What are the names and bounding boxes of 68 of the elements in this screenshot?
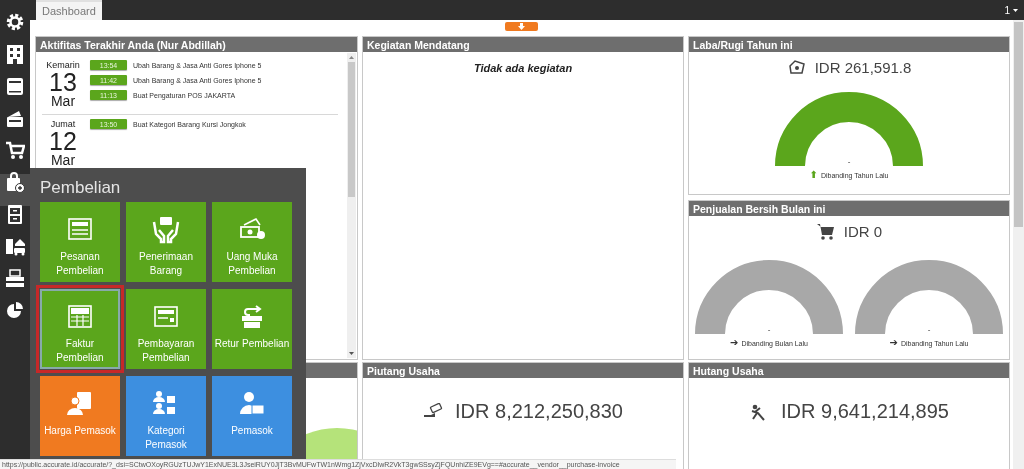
tile-label: Faktur Pembelian [56, 337, 104, 365]
tile-label: Kategori Pemasok [145, 424, 187, 452]
caret-icon [1013, 8, 1018, 12]
scrollbar[interactable] [1013, 20, 1024, 469]
tile-label: Uang Muka Pembelian [226, 250, 278, 278]
amount-value: IDR 0 [843, 222, 883, 240]
collapse-button[interactable] [505, 22, 538, 31]
pie-chart-icon [5, 300, 25, 320]
menu-tile[interactable]: Pesanan Pembelian [40, 202, 120, 282]
activity-day: Kemarin [46, 60, 80, 70]
tile-label: Retur Pembelian [214, 337, 290, 351]
tile-label: Pemasok [231, 424, 273, 438]
amount-value: IDR 8,212,250,830 [455, 400, 623, 423]
menu-tile[interactable]: Kategori Pemasok [126, 376, 206, 456]
menu-tile[interactable]: Pemasok [212, 376, 292, 456]
gauge-value: - [927, 326, 931, 334]
menu-tile[interactable]: Harga Pemasok [40, 376, 120, 456]
tile-label: Pembayaran Pembelian [137, 337, 195, 365]
amount-value: IDR 261,591.8 [814, 58, 912, 76]
scrollbar[interactable] [347, 53, 356, 358]
menu-title: Pembelian [40, 178, 122, 198]
building-icon [5, 44, 25, 64]
panel-title: Laba/Rugi Tahun ini [693, 38, 793, 51]
activity-month: Mar [50, 94, 76, 108]
trend-arrow: ⬆ [809, 170, 818, 180]
scrollbar-thumb[interactable] [1014, 22, 1023, 227]
panel-title: Hutang Usaha [693, 364, 764, 377]
gauge-value: - [767, 326, 771, 334]
gear-icon [5, 12, 25, 32]
menu-tile[interactable]: Pembayaran Pembelian [126, 289, 206, 369]
sidebar-item[interactable] [0, 174, 30, 206]
user-menu[interactable]: 1 [1004, 0, 1024, 20]
cart-icon [815, 222, 836, 240]
buildings-car-icon [5, 236, 25, 256]
activity-date: 13 [49, 70, 77, 94]
ledger-icon [5, 76, 25, 96]
wallet-icon [5, 108, 25, 128]
trend-arrow: ➔ [889, 338, 898, 348]
scroll-down-icon [349, 352, 354, 355]
menu-tile[interactable]: Penerimaan Barang [126, 202, 206, 282]
scroll-up-icon [349, 56, 354, 59]
cabinet-icon [5, 204, 25, 224]
gauge-value: - [847, 158, 851, 166]
tab[interactable]: Dashboard [36, 0, 102, 20]
arrow-down-icon [518, 23, 525, 30]
tile-label: Pesanan Pembelian [56, 250, 104, 278]
cart-icon [5, 140, 25, 160]
invoice-icon [66, 303, 94, 331]
cash-register-icon [5, 268, 25, 288]
shopping-bag-plus-icon [5, 172, 25, 192]
activity-date: 12 [49, 129, 77, 153]
person-price-tag-icon [66, 390, 94, 418]
hands-card-icon [152, 216, 180, 244]
menu-tile[interactable]: Uang Muka Pembelian [212, 202, 292, 282]
panel-title: Aktifitas Terakhir Anda (Nur Abdillah) [40, 38, 226, 51]
activity-month: Mar [50, 153, 76, 167]
menu-tile[interactable]: Retur Pembelian [212, 289, 292, 369]
panel-title: Piutang Usaha [367, 364, 440, 377]
user-menu-label: 1 [1004, 4, 1010, 16]
panel-title: Kegiatan Mendatang [367, 38, 470, 51]
amount-value: IDR 9,641,214,895 [781, 400, 949, 423]
scrollbar-thumb[interactable] [348, 62, 355, 197]
tile-label: Harga Pemasok [44, 424, 116, 438]
panel-title: Penjualan Bersih Bulan ini [693, 202, 826, 215]
activity-day: Jumat [50, 119, 76, 129]
empty-message: Tidak ada kegiatan [473, 62, 573, 74]
tile-label: Penerimaan Barang [139, 250, 193, 278]
trend-arrow: ➔ [730, 338, 739, 348]
